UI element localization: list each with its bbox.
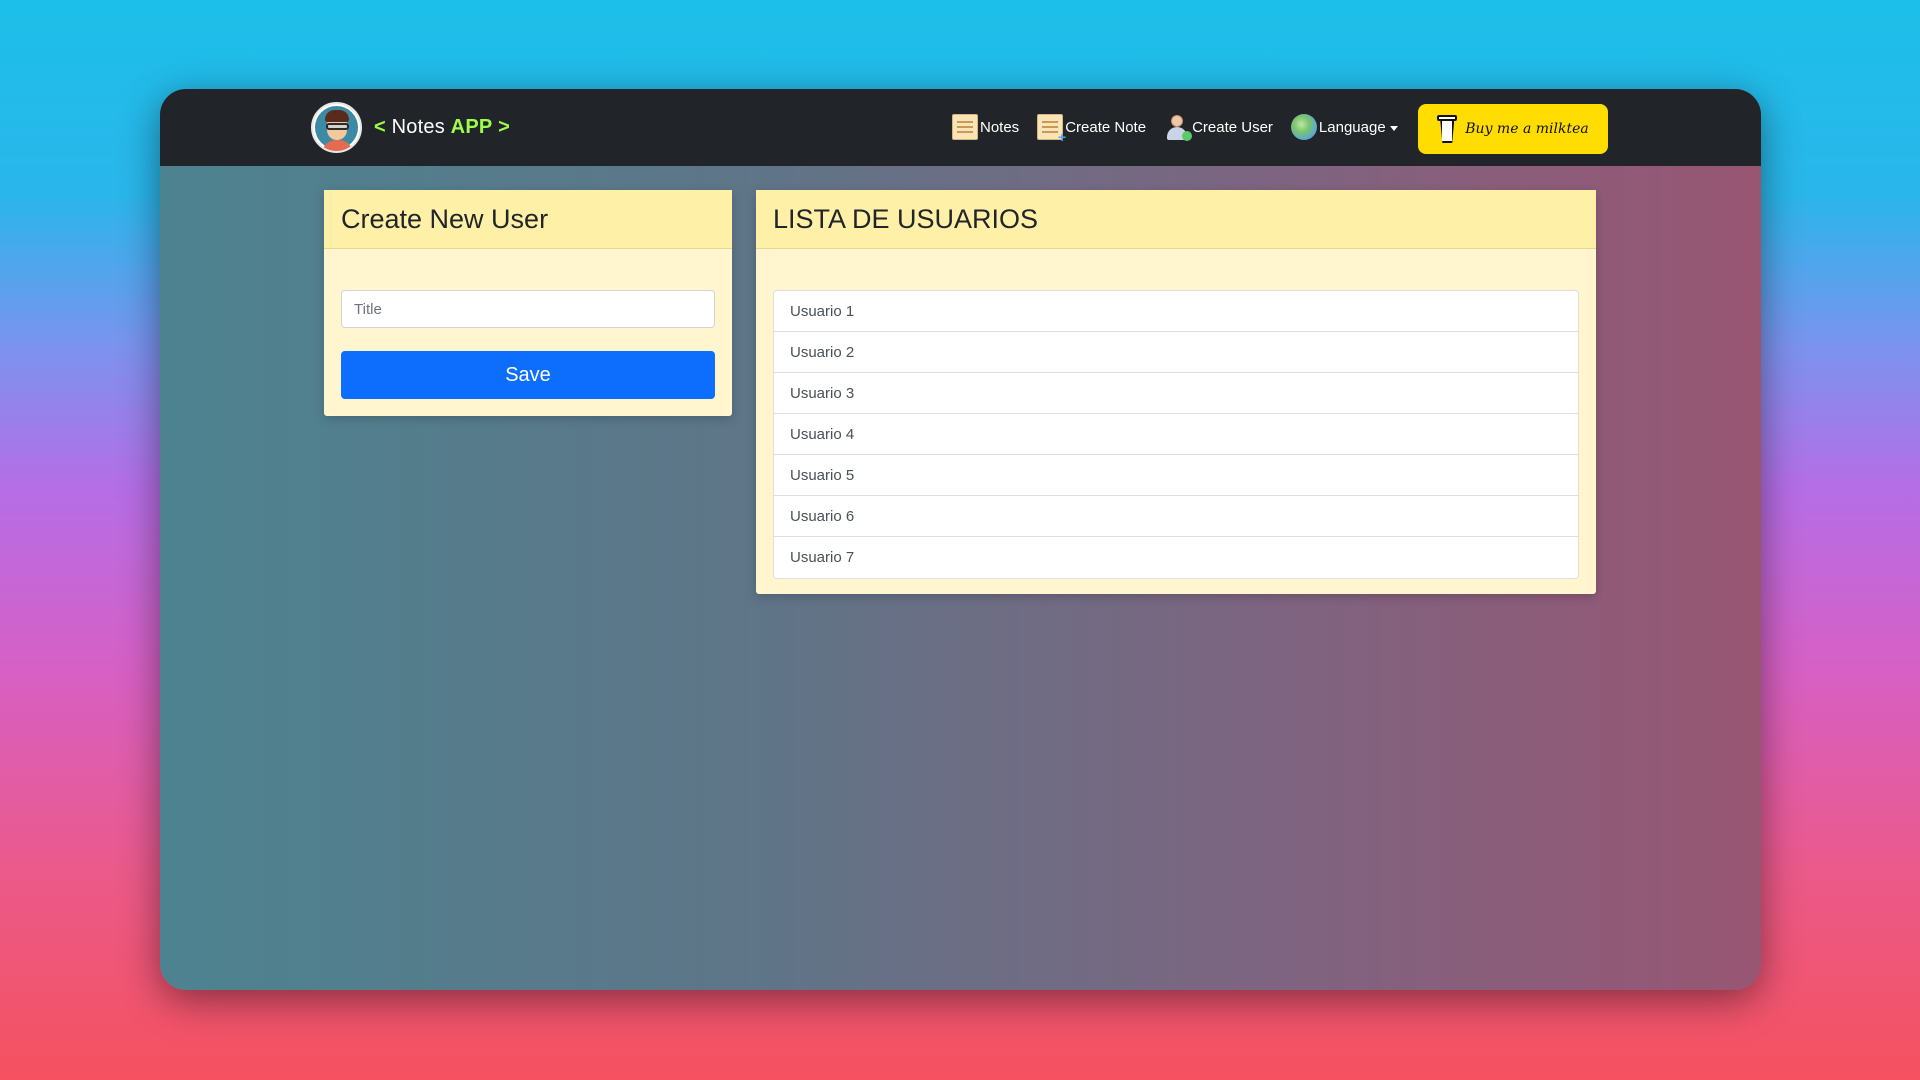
nav-link-create-note[interactable]: Create Note bbox=[1037, 111, 1147, 145]
create-note-icon bbox=[1037, 114, 1066, 145]
nav-link-label: Notes bbox=[980, 118, 1020, 136]
nav-link-create-user[interactable]: Create User bbox=[1164, 111, 1273, 143]
nav-link-label: Create Note bbox=[1065, 118, 1147, 136]
brand-prefix: < bbox=[374, 116, 386, 138]
list-item[interactable]: Usuario 5 bbox=[774, 455, 1578, 496]
globe-icon bbox=[1290, 114, 1317, 140]
brand-suffix: > bbox=[498, 116, 511, 138]
user-list-title: LISTA DE USUARIOS bbox=[756, 190, 1596, 249]
brand-highlight: APP bbox=[450, 116, 493, 138]
nav-links: Notes Create Note Create User Language bbox=[952, 111, 1416, 145]
nav-link-label: Create User bbox=[1192, 118, 1273, 136]
list-item[interactable]: Usuario 6 bbox=[774, 496, 1578, 537]
save-button[interactable]: Save bbox=[341, 351, 715, 399]
avatar bbox=[311, 102, 362, 153]
cup-icon bbox=[1437, 113, 1458, 145]
caret-down-icon bbox=[1389, 125, 1398, 131]
navbar: < Notes APP > Notes Create Note Create U… bbox=[160, 89, 1761, 166]
brand-title: < Notes APP > bbox=[374, 116, 510, 139]
list-item[interactable]: Usuario 1 bbox=[774, 291, 1578, 332]
app-window: < Notes APP > Notes Create Note Create U… bbox=[160, 89, 1761, 990]
brand-name: Notes bbox=[391, 116, 445, 138]
list-item[interactable]: Usuario 7 bbox=[774, 537, 1578, 578]
list-item[interactable]: Usuario 3 bbox=[774, 373, 1578, 414]
user-list-card: LISTA DE USUARIOS Usuario 1 Usuario 2 Us… bbox=[756, 190, 1596, 594]
buy-milktea-label: Buy me a milktea bbox=[1465, 121, 1589, 137]
buy-milktea-button[interactable]: Buy me a milktea bbox=[1418, 104, 1608, 154]
list-item[interactable]: Usuario 4 bbox=[774, 414, 1578, 455]
nav-link-notes[interactable]: Notes bbox=[952, 111, 1019, 143]
user-icon bbox=[1164, 114, 1193, 141]
list-item[interactable]: Usuario 2 bbox=[774, 332, 1578, 373]
nav-link-label: Language bbox=[1318, 118, 1386, 136]
title-input[interactable] bbox=[341, 290, 715, 328]
user-list: Usuario 1 Usuario 2 Usuario 3 Usuario 4 … bbox=[773, 290, 1579, 579]
create-user-card: Create New User Save bbox=[324, 190, 732, 416]
note-icon bbox=[952, 114, 978, 140]
brand[interactable]: < Notes APP > bbox=[311, 102, 510, 153]
create-user-title: Create New User bbox=[324, 190, 732, 249]
language-dropdown[interactable]: Language bbox=[1290, 111, 1398, 143]
